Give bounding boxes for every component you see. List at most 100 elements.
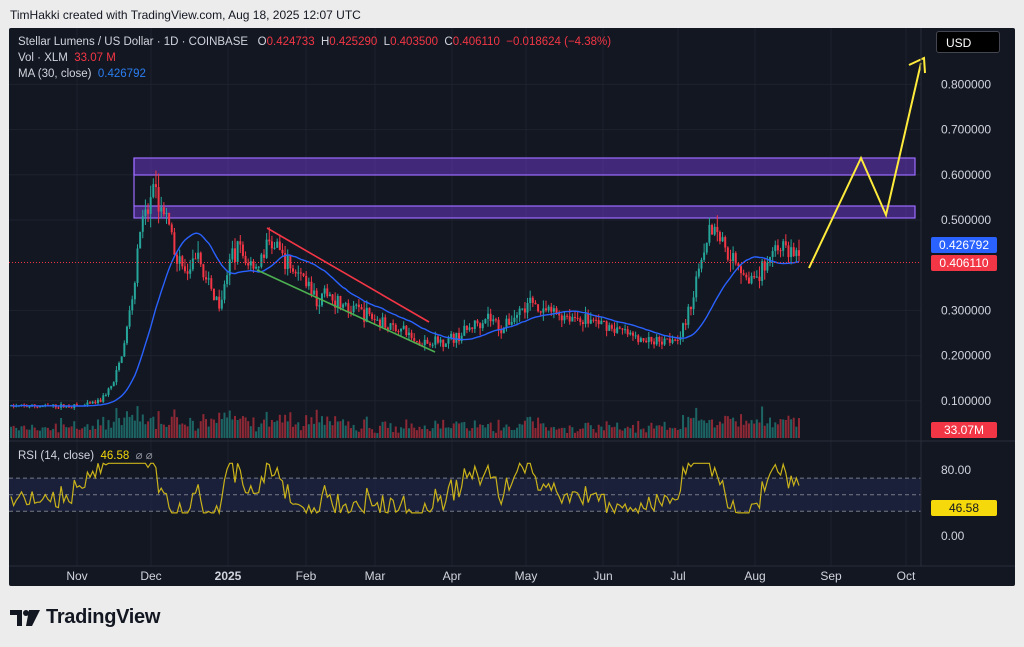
volume-bar — [384, 421, 387, 438]
volume-bar — [65, 427, 68, 438]
volume-bar — [750, 420, 753, 438]
price-chart[interactable]: 0.800000 0.700000 0.600000 0.500000 0.300000… — [9, 28, 1015, 586]
candle-body — [460, 335, 463, 342]
candle-body — [183, 266, 186, 272]
candle-body — [160, 207, 163, 212]
candle-body — [547, 306, 550, 311]
candle-body — [626, 329, 629, 335]
volume-bar — [487, 424, 490, 438]
candle-body — [544, 308, 547, 311]
volume-bar — [555, 429, 558, 438]
candle-body — [529, 297, 532, 303]
volume-bar — [444, 427, 447, 438]
candle-body — [639, 338, 642, 343]
candle-body — [99, 399, 102, 402]
volume-bar — [721, 423, 724, 438]
volume-legend[interactable]: Vol · XLM 33.07 M — [18, 52, 116, 64]
candle-body — [331, 294, 334, 301]
candle-body — [595, 319, 598, 321]
volume-bar — [479, 424, 482, 438]
candle-body — [154, 184, 157, 188]
volume-bar — [618, 429, 621, 438]
volume-bar — [682, 415, 685, 438]
indicator-settings-icon[interactable]: ⌀ ⌀ — [136, 450, 153, 462]
volume-bar — [344, 425, 347, 438]
candle-body — [568, 316, 571, 322]
candle-body — [742, 273, 745, 275]
candle-body — [373, 318, 376, 321]
high-value: 0.425290 — [329, 36, 378, 48]
candle-body — [616, 327, 619, 333]
volume-bar — [299, 430, 302, 438]
candle-body — [313, 290, 316, 295]
volume-bar — [38, 430, 41, 438]
rsi-value-badge: 46.58 — [949, 501, 979, 515]
volume-bar — [784, 419, 787, 438]
volume-bar — [529, 416, 532, 438]
volume-bar — [747, 423, 750, 438]
rsi-label: RSI (14, close) — [18, 450, 95, 462]
candle-body — [413, 338, 416, 341]
candle-body — [610, 325, 613, 329]
candle-body — [484, 318, 487, 324]
volume-bar — [584, 422, 587, 438]
price-tick-label: 0.600000 — [941, 168, 991, 182]
volume-bar — [78, 429, 81, 438]
candle-body — [128, 310, 131, 327]
volume-bar — [674, 427, 677, 438]
price-tick-label: 0.800000 — [941, 77, 991, 91]
volume-bar — [394, 426, 397, 438]
candle-body — [642, 338, 645, 341]
volume-bar — [178, 424, 181, 438]
candle-body — [57, 407, 60, 409]
volume-bar — [624, 428, 627, 438]
candle-body — [753, 275, 756, 278]
volume-bar — [436, 423, 439, 438]
volume-bar — [57, 432, 60, 438]
volume-bar — [278, 414, 281, 438]
candle-body — [637, 335, 640, 343]
volume-bar — [99, 425, 102, 438]
volume-bar — [54, 423, 57, 438]
volume-bar — [33, 427, 36, 438]
volume-bar — [17, 430, 20, 438]
symbol-title[interactable]: Stellar Lumens / US Dollar · 1D · COINBA… — [18, 36, 248, 48]
volume-bar — [112, 421, 115, 438]
volume-bar — [46, 427, 49, 438]
rsi-legend[interactable]: RSI (14, close) 46.58 ⌀ ⌀ — [18, 448, 153, 462]
candle-body — [608, 325, 611, 331]
candle-body — [489, 313, 492, 322]
candle-body — [613, 328, 616, 333]
volume-bar — [36, 430, 39, 438]
volume-bar — [160, 423, 163, 438]
candle-body — [455, 332, 458, 343]
volume-bar — [766, 423, 769, 438]
volume-bar — [489, 422, 492, 438]
volume-bar — [421, 429, 424, 438]
volume-bar — [152, 416, 155, 438]
candle-body — [405, 325, 408, 336]
volume-bar — [508, 426, 511, 438]
volume-bar — [621, 430, 624, 438]
volume-bar — [110, 427, 113, 438]
price-tick-label: 0.300000 — [941, 303, 991, 317]
volume-bar — [339, 421, 342, 438]
candle-body — [355, 304, 358, 306]
volume-bar — [473, 420, 476, 438]
candle-body — [141, 216, 144, 232]
candle-body — [434, 336, 437, 345]
volume-bar — [655, 425, 658, 438]
volume-bar — [726, 416, 729, 438]
volume-bar — [392, 432, 395, 438]
candle-body — [695, 276, 698, 298]
volume-bar — [497, 419, 500, 438]
currency-button[interactable]: USD — [936, 31, 1000, 53]
ma-legend[interactable]: MA (30, close) 0.426792 — [18, 68, 146, 80]
candle-body — [602, 320, 605, 322]
candle-body — [758, 276, 761, 281]
candle-body — [212, 288, 215, 301]
candle-body — [655, 336, 658, 345]
chart-panel[interactable]: 0.800000 0.700000 0.600000 0.500000 0.300000… — [9, 28, 1015, 586]
volume-bar — [334, 416, 337, 438]
candle-body — [587, 314, 590, 324]
